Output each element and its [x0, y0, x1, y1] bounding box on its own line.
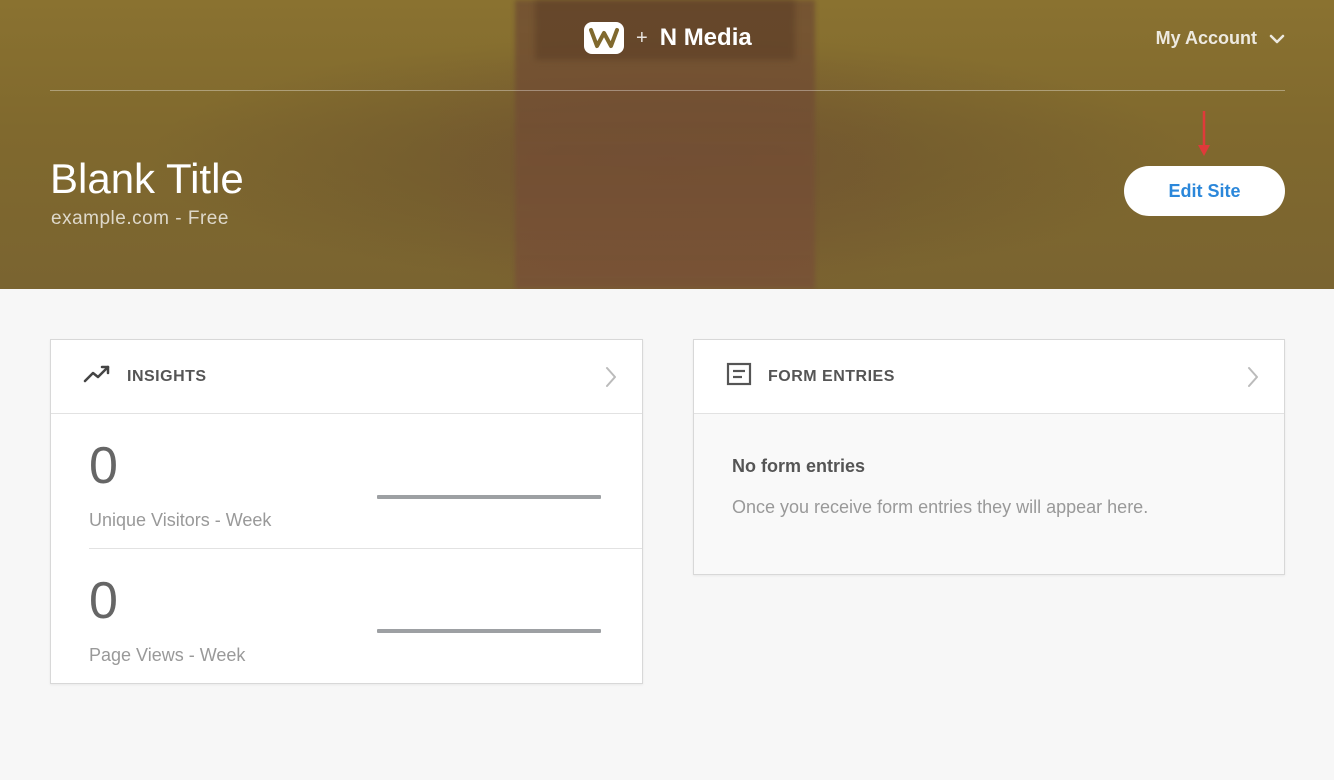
trending-up-icon	[83, 364, 111, 389]
form-entries-title: FORM ENTRIES	[768, 367, 895, 385]
edit-site-button[interactable]: Edit Site	[1124, 166, 1285, 216]
brand-plus: +	[636, 26, 648, 49]
annotation-arrow-icon	[1198, 111, 1210, 156]
chevron-right-icon	[1246, 366, 1260, 393]
form-entries-card: FORM ENTRIES No form entries Once you re…	[693, 339, 1285, 575]
form-icon	[726, 362, 752, 391]
form-entries-header[interactable]: FORM ENTRIES	[694, 340, 1284, 414]
site-subtitle: example.com - Free	[51, 208, 229, 229]
stat-value: 0	[89, 437, 118, 495]
site-title: Blank Title	[50, 155, 244, 202]
site-header: + N Media My Account Blank Title example…	[0, 0, 1334, 289]
my-account-menu[interactable]: My Account	[1156, 28, 1285, 49]
stat-unique-visitors: 0 Unique Visitors - Week	[89, 414, 642, 549]
my-account-label: My Account	[1155, 28, 1257, 48]
stat-label: Page Views - Week	[89, 645, 246, 665]
weebly-w-icon	[584, 22, 624, 54]
stat-page-views: 0 Page Views - Week	[89, 549, 642, 684]
sparkline	[377, 495, 601, 499]
chevron-down-icon	[1269, 28, 1285, 49]
chevron-right-icon	[604, 366, 618, 393]
sparkline	[377, 629, 601, 633]
stat-value: 0	[89, 572, 118, 630]
insights-header[interactable]: INSIGHTS	[51, 340, 642, 414]
empty-state-description: Once you receive form entries they will …	[732, 497, 1149, 517]
insights-title: INSIGHTS	[127, 367, 207, 385]
insights-card: INSIGHTS 0 Unique Visitors - Week 0 Page…	[50, 339, 643, 684]
empty-state-title: No form entries	[732, 456, 866, 476]
brand[interactable]: + N Media	[584, 22, 752, 54]
top-bar: + N Media My Account	[50, 0, 1285, 91]
stat-label: Unique Visitors - Week	[89, 510, 272, 530]
brand-name: N Media	[659, 24, 752, 51]
